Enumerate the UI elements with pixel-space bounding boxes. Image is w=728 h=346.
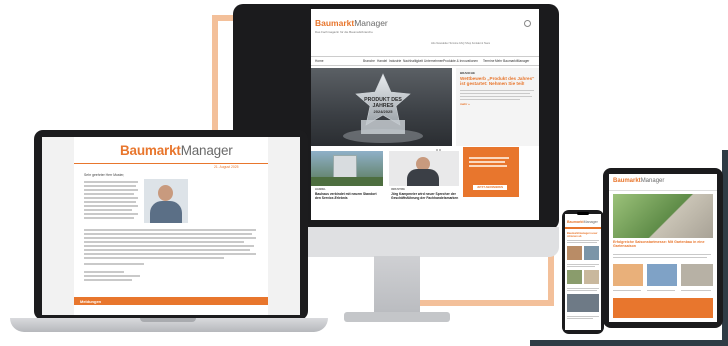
nav-item-home[interactable]: Home [315, 59, 324, 63]
laptop-trackpad-notch [140, 318, 196, 322]
phone-logo[interactable]: BaumarktManager [567, 220, 598, 224]
newsletter-section-title: Meldungen [80, 298, 102, 304]
nav-item-unternehmen[interactable]: Unternehmen [424, 59, 443, 63]
nav-item-nachhaltigkeit[interactable]: Nachhaltigkeit [403, 59, 423, 63]
phone-thumb-4[interactable] [584, 270, 599, 284]
newsletter-logo-part2: Manager [180, 143, 233, 158]
desktop-monitor-foot [344, 312, 450, 322]
desktop-top-links[interactable]: Abo Newsletter Termine FAQ Shop Kontakt … [431, 42, 490, 46]
phone-header-bar [565, 227, 601, 229]
phone-thumb-3[interactable] [567, 270, 582, 284]
phone-logo-part2: Manager [583, 220, 598, 224]
tablet-logo-part1: Baumarkt [613, 178, 641, 184]
tablet-thumb-3[interactable] [681, 264, 713, 286]
decor-orange-line-bottom [398, 300, 554, 306]
newsletter-email: BaumarktManager 21. August 2025 Sehr gee… [74, 137, 268, 315]
card2-title[interactable]: Jörg Kampmeier wird neuer Sprecher der G… [391, 192, 459, 200]
phone-screen: BaumarktManager Baumarktmanager-Leser st… [565, 214, 601, 330]
card-image-building[interactable] [311, 151, 383, 186]
newsletter-logo[interactable]: BaumarktManager [120, 143, 233, 158]
hero-teaser-title: Wettbewerb „Produkt des Jahres“ ist gest… [460, 76, 535, 86]
desktop-main-nav: Home Branche Handel Industrie Nachhaltig… [311, 56, 539, 66]
editor-portrait-image [144, 179, 188, 223]
phone-notch [577, 212, 589, 215]
newsletter-rule [74, 163, 268, 164]
portrait-suit [407, 169, 439, 186]
tablet-promo-banner[interactable] [613, 298, 713, 318]
nav-item-industrie[interactable]: Industrie [389, 59, 401, 63]
nav-item-branche[interactable]: Branche [363, 59, 375, 63]
hero-teaser[interactable]: BRANCHE Wettbewerb „Produkt des Jahres“ … [456, 68, 539, 146]
card1-kicker: HANDEL [315, 188, 326, 191]
tablet-headline[interactable]: Erfolgreiche Saisonstartmesse: Mit Garte… [613, 240, 711, 248]
logo-part-manager: Manager [354, 18, 388, 28]
hero-badge-line2: 2024/2025 [373, 109, 393, 114]
desktop-logo[interactable]: BaumarktManager [315, 18, 388, 28]
tablet-logo-part2: Manager [640, 178, 665, 184]
card-image-portrait[interactable] [389, 151, 459, 186]
laptop-screen: BaumarktManager 21. August 2025 Sehr gee… [42, 137, 300, 315]
search-icon[interactable] [524, 20, 531, 27]
phone-thumb-1[interactable] [567, 246, 582, 260]
tablet-logo[interactable]: BaumarktManager [613, 178, 664, 184]
card1-title[interactable]: Bauhaus verbindet mit neuem Standort den… [315, 192, 381, 200]
hero-badge-line1: PRODUKT DES JAHRES [364, 97, 402, 109]
logo-part-baumarkt: Baumarkt [315, 18, 355, 28]
phone-thumb-5[interactable] [567, 294, 599, 312]
tablet-hero-garden-image[interactable] [613, 194, 713, 238]
ad-subscribe-button[interactable]: JETZT ABONNIEREN [473, 185, 507, 190]
phone-thumb-2[interactable] [584, 246, 599, 260]
hero-slider-dots[interactable] [433, 138, 447, 151]
hero-teaser-kicker: BRANCHE [460, 71, 475, 75]
decor-orange-line-left [212, 15, 218, 135]
tablet-thumb-1[interactable] [613, 264, 643, 286]
nav-item-mehr[interactable]: Mehr BaumarktManager [495, 59, 529, 63]
hero-image[interactable]: PRODUKT DES JAHRES 2024/2025 [311, 68, 452, 151]
nav-item-handel[interactable]: Handel [377, 59, 387, 63]
tablet-screen: BaumarktManager Erfolgreiche Saisonstart… [609, 174, 717, 322]
subscription-ad[interactable]: JETZT ABONNIEREN [463, 147, 519, 197]
newsletter-logo-part1: Baumarkt [120, 143, 181, 158]
desktop-monitor-stand [374, 256, 420, 316]
decor-dark-line-bottom [530, 340, 728, 346]
newsletter-date: 21. August 2025 [214, 165, 239, 169]
tablet-thumb-2[interactable] [647, 264, 677, 286]
desktop-screen: BaumarktManager Das Fachmagazin für die … [311, 9, 539, 220]
nav-item-termine[interactable]: Termine [483, 59, 494, 63]
phone-logo-part1: Baumarkt [567, 220, 584, 224]
nav-item-produkte[interactable]: Produkte & Innovationen [443, 59, 478, 63]
desktop-tagline: Das Fachmagazin für die Baumarktbranche [315, 30, 373, 34]
newsletter-greeting: Sehr geehrter Herr Muster, [84, 173, 125, 177]
hero-teaser-more-link[interactable]: mehr » [460, 102, 470, 106]
newsletter-section-bar: Meldungen [74, 297, 268, 305]
hero-badge-text: PRODUKT DES JAHRES 2024/2025 [356, 97, 410, 115]
card2-kicker: INDUSTRIE [391, 188, 405, 191]
phone-headline[interactable]: Baumarktmanager-Leser stimmen ab [567, 232, 599, 238]
